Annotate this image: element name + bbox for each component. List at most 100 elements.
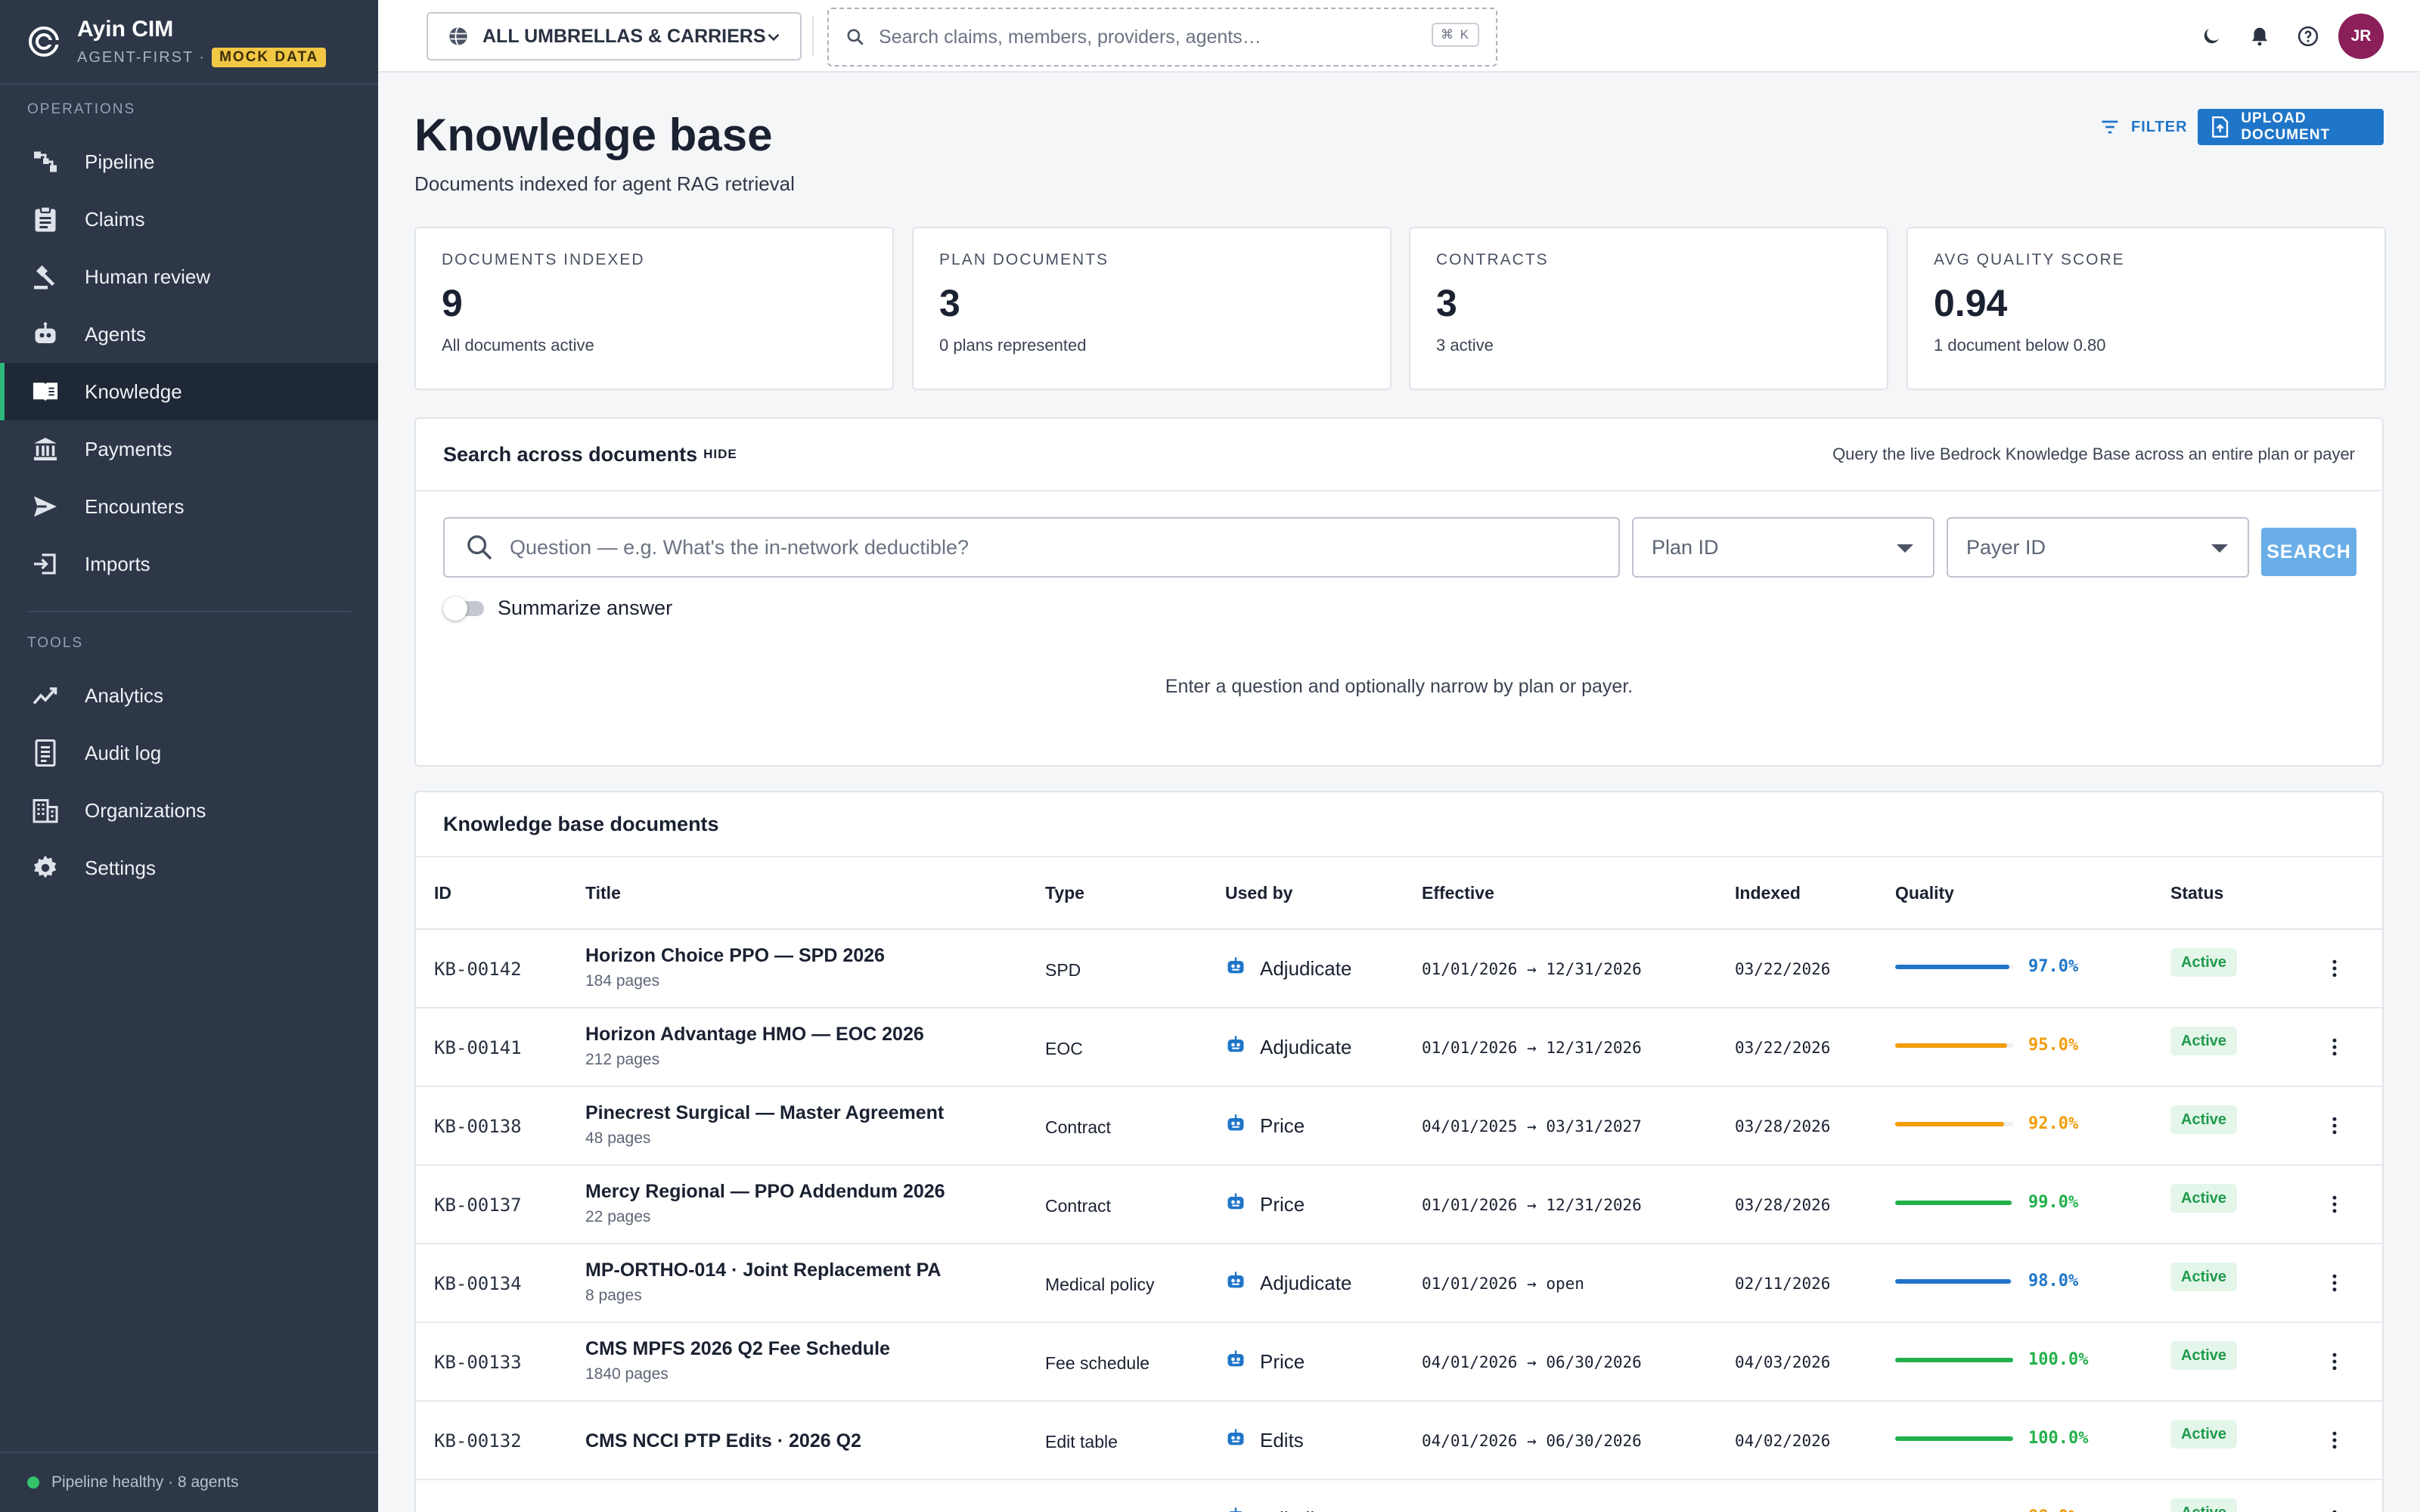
row-menu-button[interactable] <box>2323 1036 2346 1062</box>
doc-title[interactable]: CMS MPFS 2026 Q2 Fee Schedule <box>585 1338 890 1360</box>
doc-effective: 01/01/2026 → 12/31/2026 <box>1422 1039 1642 1057</box>
column-header-quality[interactable]: Quality <box>1895 883 1954 903</box>
column-header-effective[interactable]: Effective <box>1422 883 1494 903</box>
doc-type: Medical policy <box>1045 1275 1155 1294</box>
doc-title[interactable]: Horizon Choice PPO — SPD 2026 <box>585 945 885 967</box>
search-button[interactable]: SEARCH <box>2261 528 2356 576</box>
sidebar-item-agents[interactable]: Agents <box>0 305 378 363</box>
sidebar-item-settings[interactable]: Settings <box>0 839 378 897</box>
column-header-status[interactable]: Status <box>2170 883 2223 903</box>
question-placeholder: Question — e.g. What's the in-network de… <box>510 535 969 559</box>
column-header-used-by[interactable]: Used by <box>1225 883 1292 903</box>
doc-indexed: 04/03/2026 <box>1735 1353 1831 1371</box>
sidebar-item-organizations[interactable]: Organizations <box>0 782 378 839</box>
doc-title[interactable]: CMS NCCI PTP Edits · 2026 Q2 <box>585 1430 861 1452</box>
doc-title[interactable]: MP-ORTHO-014 · Joint Replacement PA <box>585 1259 941 1281</box>
stat-value: 3 <box>939 282 960 324</box>
global-search-placeholder: Search claims, members, providers, agent… <box>879 26 1261 48</box>
top-bar: ALL UMBRELLAS & CARRIERS Search claims, … <box>378 0 2420 73</box>
column-header-id[interactable]: ID <box>434 883 451 903</box>
doc-title[interactable]: Pinecrest Surgical — Master Agreement <box>585 1102 944 1124</box>
notifications-button[interactable] <box>2235 12 2284 60</box>
summarize-label: Summarize answer <box>498 596 673 619</box>
hide-search-link[interactable]: HIDE <box>703 447 737 462</box>
doc-pages: 184 pages <box>585 972 660 990</box>
doc-used-by: Edits <box>1225 1427 1304 1454</box>
question-input[interactable]: Question — e.g. What's the in-network de… <box>443 517 1620 578</box>
sidebar-item-knowledge[interactable]: Knowledge <box>0 363 378 420</box>
row-menu-button[interactable] <box>2323 1429 2346 1455</box>
global-search-input[interactable]: Search claims, members, providers, agent… <box>827 8 1497 67</box>
row-menu-button[interactable] <box>2323 1272 2346 1298</box>
doc-type: Contract <box>1045 1117 1111 1137</box>
quality-bar-fill <box>1895 1436 2013 1441</box>
sidebar-item-payments[interactable]: Payments <box>0 420 378 478</box>
status-badge: Active <box>2170 1184 2238 1213</box>
status-badge: Active <box>2170 1105 2238 1134</box>
doc-status: Active <box>2170 1263 2238 1291</box>
help-button[interactable] <box>2284 12 2332 60</box>
gavel-icon <box>30 262 60 292</box>
sidebar-item-imports[interactable]: Imports <box>0 535 378 593</box>
bell-icon <box>2252 27 2267 46</box>
table-row[interactable]: KB-00132 CMS NCCI PTP Edits · 2026 Q2 Ed… <box>416 1402 2382 1480</box>
robot-icon <box>1225 1349 1246 1375</box>
table-row[interactable]: KB-00134 MP-ORTHO-014 · Joint Replacemen… <box>416 1244 2382 1323</box>
row-menu-button[interactable] <box>2323 1193 2346 1219</box>
summarize-toggle[interactable] <box>443 594 487 621</box>
status-badge: Active <box>2170 948 2238 977</box>
sidebar-item-human-review[interactable]: Human review <box>0 248 378 305</box>
sidebar-item-label: Payments <box>85 437 172 460</box>
doc-pages: 1840 pages <box>585 1365 669 1383</box>
theme-toggle-button[interactable] <box>2187 12 2235 60</box>
payer-id-select[interactable]: Payer ID <box>1947 517 2249 578</box>
doc-title[interactable]: Horizon Medicaid MCO — EOC 2026 <box>585 1509 909 1512</box>
search-panel: Search across documents HIDE Query the l… <box>414 417 2384 767</box>
table-row[interactable]: KB-00129 Horizon Medicaid MCO — EOC 2026… <box>416 1480 2382 1512</box>
table-row[interactable]: KB-00142 Horizon Choice PPO — SPD 2026 1… <box>416 930 2382 1009</box>
column-header-indexed[interactable]: Indexed <box>1735 883 1801 903</box>
sidebar-item-audit-log[interactable]: Audit log <box>0 724 378 782</box>
sidebar-item-label: Pipeline <box>85 150 155 173</box>
doc-indexed: 03/22/2026 <box>1735 1039 1831 1057</box>
doc-quality: 97.0% <box>1895 957 2078 976</box>
table-row[interactable]: KB-00141 Horizon Advantage HMO — EOC 202… <box>416 1009 2382 1087</box>
sidebar-item-encounters[interactable]: Encounters <box>0 478 378 535</box>
filter-button[interactable]: FILTER <box>2099 109 2188 145</box>
sidebar-item-label: Encounters <box>85 494 185 518</box>
stat-subtext: 0 plans represented <box>939 336 1087 355</box>
upload-label: UPLOAD DOCUMENT <box>2241 110 2331 143</box>
user-avatar[interactable]: JR <box>2338 14 2384 59</box>
quality-bar-fill <box>1895 1357 2013 1362</box>
robot-icon <box>1225 1034 1246 1061</box>
sidebar-item-claims[interactable]: Claims <box>0 191 378 248</box>
table-row[interactable]: KB-00138 Pinecrest Surgical — Master Agr… <box>416 1087 2382 1166</box>
quality-bar <box>1895 1200 2013 1205</box>
search-panel-title: Search across documents <box>443 442 698 466</box>
doc-title[interactable]: Mercy Regional — PPO Addendum 2026 <box>585 1181 945 1203</box>
search-panel-header: Search across documents HIDE Query the l… <box>416 419 2382 491</box>
sidebar-item-pipeline[interactable]: Pipeline <box>0 133 378 191</box>
quality-value: 88.0% <box>2028 1507 2078 1512</box>
doc-status: Active <box>2170 1341 2238 1370</box>
row-menu-button[interactable] <box>2323 957 2346 984</box>
doc-title[interactable]: Horizon Advantage HMO — EOC 2026 <box>585 1024 924 1046</box>
doc-quality: 95.0% <box>1895 1036 2078 1055</box>
plan-id-select[interactable]: Plan ID <box>1632 517 1934 578</box>
column-header-title[interactable]: Title <box>585 883 621 903</box>
search-icon <box>467 535 492 560</box>
topbar-actions: JR <box>2187 12 2384 60</box>
table-row[interactable]: KB-00133 CMS MPFS 2026 Q2 Fee Schedule 1… <box>416 1323 2382 1402</box>
column-header-type[interactable]: Type <box>1045 883 1084 903</box>
table-row[interactable]: KB-00137 Mercy Regional — PPO Addendum 2… <box>416 1166 2382 1244</box>
sidebar-item-analytics[interactable]: Analytics <box>0 667 378 724</box>
row-menu-button[interactable] <box>2323 1114 2346 1141</box>
row-menu-button[interactable] <box>2323 1350 2346 1377</box>
brand[interactable]: Ayin CIM AGENT-FIRST · MOCK DATA <box>0 0 378 85</box>
doc-status: Active <box>2170 1498 2238 1512</box>
umbrella-selector[interactable]: ALL UMBRELLAS & CARRIERS <box>427 12 802 60</box>
row-menu-button[interactable] <box>2323 1507 2346 1512</box>
sidebar-item-label: Claims <box>85 207 145 231</box>
doc-id: KB-00137 <box>434 1194 522 1216</box>
upload-document-button[interactable]: UPLOAD DOCUMENT <box>2198 109 2384 145</box>
